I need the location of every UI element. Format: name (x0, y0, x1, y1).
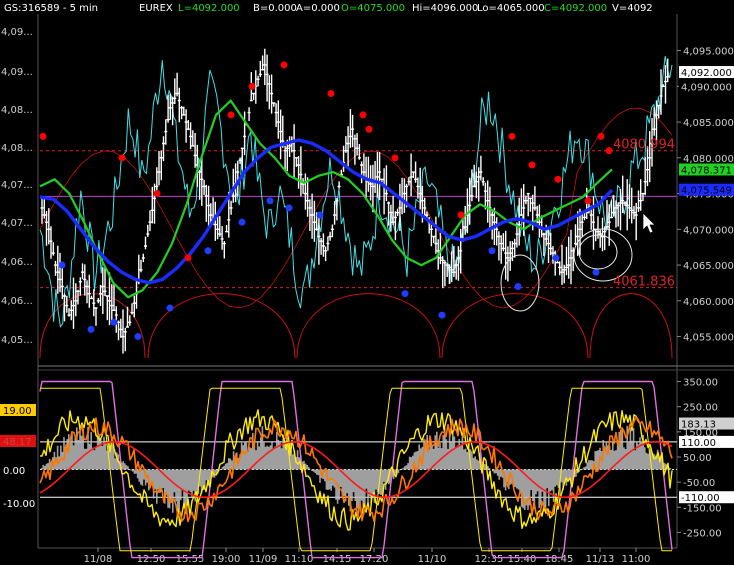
upper-signal-dot (280, 61, 288, 69)
lower-signal-dot (488, 247, 496, 255)
header-ask: A=0.000 (296, 3, 340, 14)
price-tick-label-right: 4,085.000 (683, 118, 734, 129)
lower-signal-dot (110, 318, 118, 326)
upper-signal-dot (605, 147, 613, 155)
lower-signal-dot (87, 325, 95, 333)
osc-tick-label: 250.00 (683, 403, 718, 414)
price-value-tag-label: 4,092.000 (681, 68, 732, 79)
price-tick-label-left: 4,06... (1, 257, 33, 268)
osc-tick-label: 350.00 (683, 378, 718, 389)
price-tick-label-right: 4,060.000 (683, 297, 734, 308)
price-tick-label-right: 4,055.000 (683, 333, 734, 344)
osc-value-tag-label: 110.00 (681, 438, 716, 449)
header-symbol: GS:316589 - 5 min (4, 3, 98, 14)
time-tick-label: 11:10 (285, 554, 314, 565)
upper-signal-dot (528, 161, 536, 169)
price-tick-label-left: 4,05... (1, 335, 33, 346)
header-volume: V=4092 (612, 3, 653, 14)
upper-signal-dot (327, 89, 335, 97)
price-value-tag-label: 4,090.000 (681, 82, 732, 93)
price-value-tag-label: 4,078.371 (681, 165, 732, 176)
level-value-label: 4061.836 (613, 275, 675, 290)
time-tick-label: 11/08 (84, 554, 113, 565)
time-tick-label: 19:00 (212, 554, 241, 565)
price-tick-label-left: 4,09... (1, 27, 33, 38)
header-last: L=4092.000 (178, 3, 240, 14)
header-low: Lo=4065.000 (477, 3, 545, 14)
lower-signal-dot (58, 261, 66, 269)
lower-signal-dot (514, 283, 522, 291)
upper-signal-dot (118, 154, 126, 162)
time-tick-label: 11/10 (418, 554, 447, 565)
lower-signal-dot (238, 218, 246, 226)
time-tick-label: 12:50 (137, 554, 166, 565)
osc-left-tag-label: 0.00 (3, 466, 25, 477)
price-tick-label-left: 4,08... (1, 105, 33, 116)
upper-signal-dot (153, 190, 161, 198)
upper-signal-dot (554, 175, 562, 183)
price-tick-label-right: 4,065.000 (683, 261, 734, 272)
upper-signal-dot (457, 211, 465, 219)
lower-signal-dot (204, 247, 212, 255)
osc-value-tag-label: 183.13 (681, 420, 716, 431)
time-tick-label: 15:55 (176, 554, 205, 565)
price-tick-label-right: 4,095.000 (683, 47, 734, 58)
osc-value-tag-label: -110.00 (681, 493, 720, 504)
header-high: Hi=4096.000 (412, 3, 478, 14)
lower-signal-dot (438, 311, 446, 319)
time-tick-label: 17:20 (360, 554, 389, 565)
price-tick-label-left: 4,07... (1, 218, 33, 229)
price-tick-label-left: 4,07... (1, 180, 33, 191)
osc-left-tag-label: 48.17 (3, 437, 32, 448)
header-exchange: EUREX (139, 3, 173, 14)
lower-signal-dot (552, 254, 560, 262)
time-tick-label: 15:40 (508, 554, 537, 565)
time-tick-label: 11:00 (622, 554, 651, 565)
price-value-tag-label: 4,075.549 (681, 186, 732, 197)
upper-signal-dot (359, 111, 367, 119)
upper-signal-dot (584, 197, 592, 205)
upper-signal-dot (365, 125, 373, 133)
upper-signal-dot (391, 154, 399, 162)
osc-tick-label: 50.00 (683, 453, 712, 464)
time-tick-label: 11/09 (249, 554, 278, 565)
osc-tick-label: -250.00 (683, 528, 722, 539)
lower-signal-dot (592, 268, 600, 276)
lower-signal-dot (401, 290, 409, 298)
upper-signal-dot (597, 132, 605, 140)
upper-signal-dot (508, 132, 516, 140)
lower-signal-dot (316, 211, 324, 219)
price-tick-label-left: 4,08... (1, 143, 33, 154)
level-value-label: 4080.994 (613, 138, 675, 153)
time-tick-label: 11/13 (586, 554, 615, 565)
osc-tick-label: -50.00 (683, 478, 715, 489)
upper-signal-dot (227, 111, 235, 119)
osc-left-tag-label: 19.00 (3, 406, 32, 417)
time-tick-label: 12:35 (475, 554, 504, 565)
trading-chart: GS:316589 - 5 min EUREX L=4092.000 B=0.0… (0, 0, 734, 565)
price-tick-label-right: 4,080.000 (683, 154, 734, 165)
time-tick-label: 18:45 (545, 554, 574, 565)
header-open: O=4075.000 (341, 3, 405, 14)
price-tick-label-left: 4,09... (1, 67, 33, 78)
lower-signal-dot (134, 333, 142, 341)
header-close: C=4092.000 (544, 3, 607, 14)
time-tick-label: 14:15 (323, 554, 352, 565)
lower-signal-dot (266, 197, 274, 205)
osc-tick-label: -150.00 (683, 503, 722, 514)
price-axis-left: 4,09... 4,09... 4,08... 4,08... 4,07... 4,07.… (1, 27, 33, 346)
price-tick-label-left: 4,06... (1, 296, 33, 307)
lower-signal-dot (285, 204, 293, 212)
upper-signal-dot (248, 82, 256, 90)
upper-signal-dot (184, 254, 192, 262)
osc-left-tag-label: -10.00 (3, 499, 35, 510)
header-bid: B=0.000 (253, 3, 297, 14)
lower-signal-dot (166, 304, 174, 312)
upper-signal-dot (39, 132, 47, 140)
price-tick-label-right: 4,070.000 (683, 225, 734, 236)
